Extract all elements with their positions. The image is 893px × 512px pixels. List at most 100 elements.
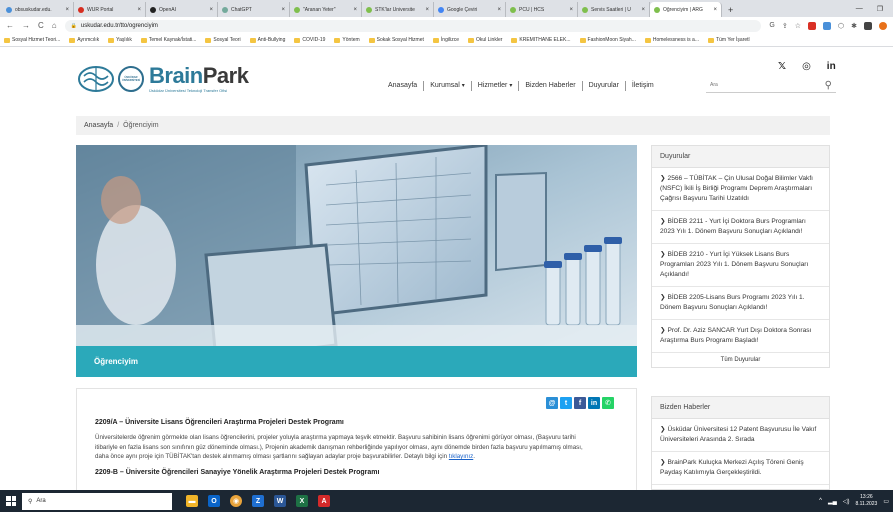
back-icon[interactable]: ←	[6, 21, 14, 30]
twitter-share-icon[interactable]: t	[560, 397, 572, 409]
sidebar-icon[interactable]	[864, 21, 872, 30]
bookmark-item[interactable]: Okul Linkler	[467, 37, 502, 43]
news-item[interactable]: ❯ BrainPark Kuluçka Merkezi Açılış Töreni…	[652, 452, 829, 485]
email-share-icon[interactable]: @	[546, 397, 558, 409]
extensions: G ⇪ ☆ ⬡ ✱	[769, 21, 887, 30]
acrobat-icon[interactable]: A	[318, 495, 330, 507]
bookmark-item[interactable]: Yöntem	[334, 37, 360, 43]
close-icon[interactable]: ×	[713, 7, 717, 13]
bookmark-item[interactable]: İngilizce	[432, 37, 459, 43]
bookmark-item[interactable]: COVID-19	[294, 37, 325, 43]
browser-tab[interactable]: "Aranan Yeter" ×	[290, 2, 362, 17]
announcement-item[interactable]: ❯ BİDEB 2210 - Yurt İçi Yüksek Lisans Bur…	[652, 244, 829, 287]
outlook-icon[interactable]: O	[208, 495, 220, 507]
browser-tab[interactable]: Google Çeviri ×	[434, 2, 506, 17]
twitter-icon[interactable]: 𝕏	[778, 61, 786, 72]
browser-tab[interactable]: obsuskudar.edu. ×	[2, 2, 74, 17]
network-icon[interactable]: ▂▄	[828, 498, 837, 505]
nav-item-bizden-haberler[interactable]: Bizden Haberler	[519, 81, 583, 91]
close-icon[interactable]: ×	[353, 7, 357, 13]
announcement-item[interactable]: ❯ Prof. Dr. Aziz SANCAR Yurt Dışı Doktora…	[652, 320, 829, 353]
announcement-item[interactable]: ❯ BİDEB 2205-Lisans Burs Programı 2023 Yı…	[652, 287, 829, 320]
excel-icon[interactable]: X	[296, 495, 308, 507]
nav-item-anasayfa[interactable]: Anasayfa	[382, 81, 425, 91]
volume-icon[interactable]: ◁)	[843, 498, 850, 505]
url-field[interactable]: 🔒 uskudar.edu.tr/tto/ogrenciyim	[64, 19, 762, 32]
tab-favicon-icon	[438, 6, 444, 13]
word-icon[interactable]: W	[274, 495, 286, 507]
university-seal: ÜSKÜDAR ÜNİVERSİTESİ	[118, 66, 144, 92]
taskbar-search[interactable]: ⚲ Ara	[22, 492, 172, 510]
browser-tab[interactable]: PCU | HCS ×	[506, 2, 578, 17]
extension-icon[interactable]	[823, 21, 831, 30]
google-icon[interactable]: G	[769, 22, 774, 29]
breadcrumb-home[interactable]: Anasayfa	[84, 122, 113, 129]
bookmark-item[interactable]: Sosyal Hizmet Teori...	[4, 37, 60, 43]
nav-item-hizmetler[interactable]: Hizmetler ▾	[472, 81, 520, 91]
notification-icon[interactable]: ▭	[883, 498, 889, 505]
bookmark-item[interactable]: Tüm Yer İşaretl	[708, 37, 750, 43]
tray-chevron-icon[interactable]: ^	[819, 498, 822, 504]
all-announcements-link[interactable]: Tüm Duyurular	[652, 353, 829, 367]
brainpark-logo[interactable]: ÜSKÜDAR ÜNİVERSİTESİ BrainPark Üsküdar Ü…	[76, 64, 249, 94]
browser-tab[interactable]: Öğrenciyim | ARG ×	[650, 2, 722, 17]
forward-icon[interactable]: →	[22, 21, 30, 30]
file-explorer-icon[interactable]: ▬	[186, 495, 198, 507]
bookmark-item[interactable]: Sosyal Teori	[205, 37, 241, 43]
home-icon[interactable]: ⌂	[52, 21, 57, 30]
bookmark-label: Yöntem	[342, 37, 360, 43]
nav-item-label: Duyurular	[588, 82, 619, 89]
instagram-icon[interactable]: ◎	[802, 61, 811, 72]
bookmark-item[interactable]: Temel Kaynak/İstati...	[140, 37, 196, 43]
close-icon[interactable]: ×	[569, 7, 573, 13]
minimize-icon[interactable]: —	[856, 5, 863, 12]
close-icon[interactable]: ×	[425, 7, 429, 13]
announcement-item[interactable]: ❯ 2566 – TÜBİTAK – Çin Ulusal Doğal Bilim…	[652, 168, 829, 211]
maximize-icon[interactable]: ❐	[877, 5, 883, 13]
browser-tab[interactable]: OpenAI ×	[146, 2, 218, 17]
search-icon[interactable]: ⚲	[825, 80, 832, 91]
extension-icon[interactable]: ⬡	[838, 22, 844, 30]
nav-item-i-leti-im[interactable]: İletişim	[626, 81, 660, 91]
extension-icon[interactable]	[808, 21, 816, 30]
browser-tab[interactable]: ChatGPT ×	[218, 2, 290, 17]
linkedin-icon[interactable]: in	[827, 61, 836, 72]
browser-tab[interactable]: Servis Saatleri | Ü ×	[578, 2, 650, 17]
clock[interactable]: 13:26 8.11.2023	[855, 494, 877, 508]
news-item[interactable]: ❯ Üsküdar Üniversitesi 12 Patent Başvurus…	[652, 419, 829, 452]
browser-tab[interactable]: WUR Portal ×	[74, 2, 146, 17]
new-tab-button[interactable]: +	[722, 2, 739, 17]
zoom-icon[interactable]: Z	[252, 495, 264, 507]
announcement-item[interactable]: ❯ BİDEB 2211 - Yurt İçi Doktora Burs Prog…	[652, 211, 829, 244]
close-icon[interactable]: ×	[209, 7, 213, 13]
puzzle-icon[interactable]: ✱	[851, 22, 857, 30]
close-icon[interactable]: ×	[65, 7, 69, 13]
bookmarks-bar: Sosyal Hizmet Teori... Ayrımcılık Yaşlılık…	[0, 34, 893, 47]
close-icon[interactable]: ×	[497, 7, 501, 13]
profile-avatar[interactable]	[879, 21, 887, 30]
bookmark-item[interactable]: FashionMoon Siyah...	[579, 37, 636, 43]
start-button[interactable]	[0, 490, 22, 512]
bookmark-item[interactable]: Yaşlılık	[108, 37, 132, 43]
whatsapp-share-icon[interactable]: ✆	[602, 397, 614, 409]
bookmark-item[interactable]: Homelessness is a...	[644, 37, 699, 43]
bookmark-item[interactable]: KREMITHANE ELEK...	[511, 37, 571, 43]
windows-taskbar: ⚲ Ara ▬ O ◉ Z W X A ^ ▂▄ ◁) 13:26 8.11.2…	[0, 490, 893, 512]
close-icon[interactable]: ×	[641, 7, 645, 13]
close-icon[interactable]: ×	[137, 7, 141, 13]
reload-icon[interactable]: C	[38, 21, 44, 30]
browser-tab[interactable]: STK'lar Üniversite ×	[362, 2, 434, 17]
chrome-icon[interactable]: ◉	[230, 495, 242, 507]
details-link[interactable]: tıklayınız	[449, 453, 473, 460]
share-page-icon[interactable]: ⇪	[782, 22, 788, 30]
bookmark-item[interactable]: Anti-Bullying	[249, 37, 285, 43]
bookmark-item[interactable]: Ayrımcılık	[69, 37, 99, 43]
linkedin-share-icon[interactable]: in	[588, 397, 600, 409]
nav-item-duyurular[interactable]: Duyurular	[583, 81, 626, 91]
bookmark-star-icon[interactable]: ☆	[795, 22, 801, 30]
search-input[interactable]	[710, 82, 790, 88]
nav-item-kurumsal[interactable]: Kurumsal ▾	[424, 81, 472, 91]
bookmark-item[interactable]: Sokak Sosyal Hizmet	[368, 37, 424, 43]
facebook-share-icon[interactable]: f	[574, 397, 586, 409]
close-icon[interactable]: ×	[281, 7, 285, 13]
